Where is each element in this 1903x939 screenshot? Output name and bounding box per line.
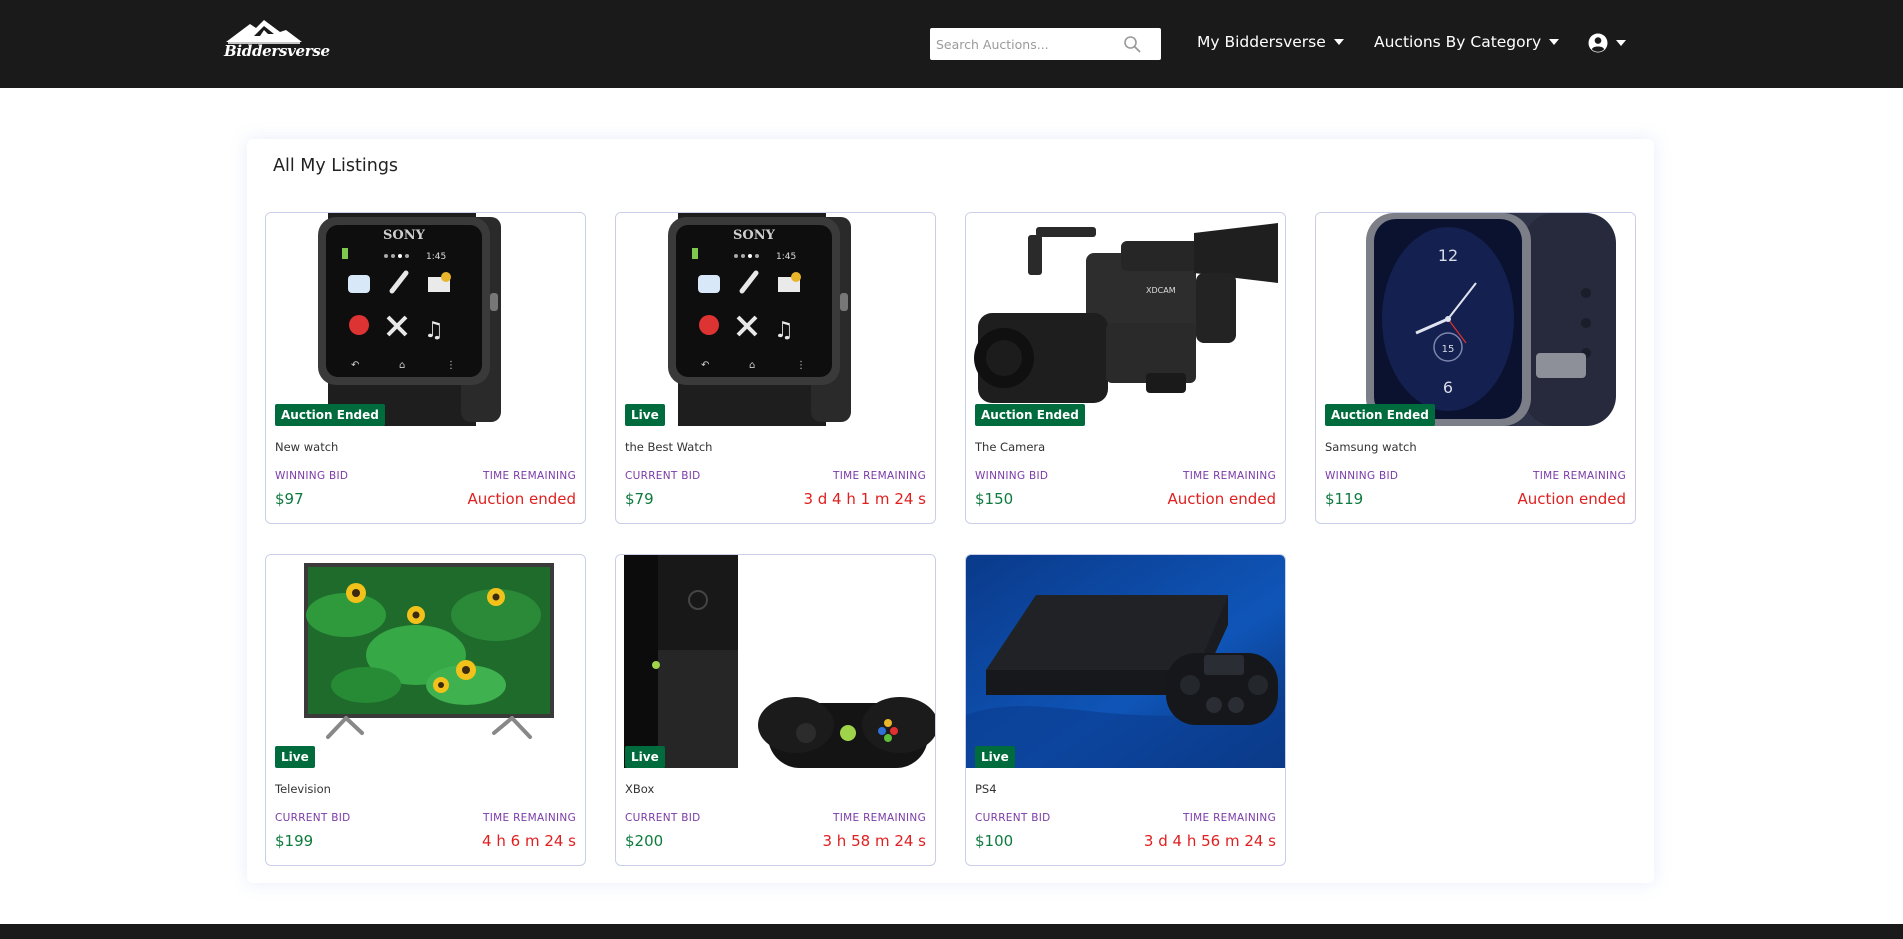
svg-text:↶: ↶	[351, 360, 359, 371]
listing-card[interactable]: SONY 1:45 ♫ ↶ ⌂ ⋮ Live the Best Watch CU…	[615, 212, 936, 524]
chevron-down-icon	[1333, 39, 1344, 45]
svg-text:⋮: ⋮	[796, 360, 806, 371]
time-remaining-label: TIME REMAINING	[1183, 470, 1276, 482]
svg-text:12: 12	[1438, 246, 1458, 265]
listing-title[interactable]: The Camera	[975, 440, 1045, 454]
samsung-watch-image: 12 6 15	[1316, 213, 1635, 426]
status-badge: Auction Ended	[975, 404, 1085, 426]
listing-title[interactable]: XBox	[625, 782, 654, 796]
auctions-by-category-menu[interactable]: Auctions By Category	[1374, 33, 1560, 51]
svg-text:SONY: SONY	[733, 228, 776, 243]
svg-text:⌂: ⌂	[399, 360, 405, 371]
listing-card[interactable]: Live XBox CURRENT BID TIME REMAINING $20…	[615, 554, 936, 866]
bid-amount: $200	[625, 832, 664, 850]
svg-text:♫: ♫	[424, 318, 444, 343]
bid-label: WINNING BID	[275, 470, 349, 482]
status-badge: Live	[625, 404, 665, 426]
listing-card[interactable]: 12 6 15 Auction Ended Samsung watch WINN…	[1315, 212, 1636, 524]
status-badge: Live	[275, 746, 315, 768]
svg-text:XDCAM: XDCAM	[1146, 286, 1176, 295]
listing-title[interactable]: the Best Watch	[625, 440, 712, 454]
svg-text:1:45: 1:45	[426, 252, 446, 262]
bid-amount: $100	[975, 832, 1014, 850]
xbox-console-image	[616, 555, 935, 768]
svg-text:15: 15	[1442, 344, 1455, 355]
my-biddersverse-label: My Biddersverse	[1197, 33, 1326, 51]
page-title: All My Listings	[273, 156, 399, 176]
svg-text:↶: ↶	[701, 360, 709, 371]
svg-text:6: 6	[1443, 378, 1453, 397]
bid-label: WINNING BID	[975, 470, 1049, 482]
listing-image[interactable]: SONY 1:45 ♫ ↶ ⌂ ⋮	[266, 213, 585, 426]
bid-label: CURRENT BID	[625, 470, 701, 482]
listing-card[interactable]: Live Television CURRENT BID TIME REMAINI…	[265, 554, 586, 866]
listing-title[interactable]: PS4	[975, 782, 997, 796]
status-badge: Live	[975, 746, 1015, 768]
television-image	[266, 555, 585, 768]
time-remaining-value: 3 h 58 m 24 s	[822, 832, 927, 850]
search-input[interactable]	[930, 29, 1120, 59]
listing-image[interactable]	[616, 555, 935, 768]
time-remaining-label: TIME REMAINING	[483, 470, 576, 482]
bid-amount: $119	[1325, 490, 1364, 508]
listing-image[interactable]	[966, 555, 1285, 768]
ps4-console-image	[966, 555, 1285, 768]
sony-smartwatch-image: SONY 1:45 ♫ ↶ ⌂ ⋮	[266, 213, 585, 426]
bid-label: CURRENT BID	[275, 812, 351, 824]
user-circle-icon	[1588, 33, 1608, 53]
search-box[interactable]	[930, 28, 1161, 60]
biddersverse-logo[interactable]: Biddersverse	[224, 18, 330, 62]
listing-image[interactable]: SONY 1:45 ♫ ↶ ⌂ ⋮	[616, 213, 935, 426]
logo-text: Biddersverse	[224, 42, 330, 60]
listings-panel: All My Listings SONY 1:45 ♫ ↶ ⌂ ⋮ Auctio…	[247, 139, 1654, 883]
listing-title[interactable]: Television	[275, 782, 331, 796]
svg-text:⌂: ⌂	[749, 360, 755, 371]
svg-text:♫: ♫	[774, 318, 794, 343]
time-remaining-label: TIME REMAINING	[1533, 470, 1626, 482]
time-remaining-value: 3 d 4 h 1 m 24 s	[803, 490, 926, 508]
my-biddersverse-menu[interactable]: My Biddersverse	[1197, 33, 1344, 51]
bid-amount: $150	[975, 490, 1014, 508]
time-remaining-value: Auction ended	[467, 490, 576, 508]
bid-label: CURRENT BID	[625, 812, 701, 824]
listing-image[interactable]: 12 6 15	[1316, 213, 1635, 426]
listing-card[interactable]: SONY 1:45 ♫ ↶ ⌂ ⋮ Auction Ended New watc…	[265, 212, 586, 524]
status-badge: Auction Ended	[275, 404, 385, 426]
listing-title[interactable]: New watch	[275, 440, 338, 454]
sony-smartwatch-image: SONY 1:45 ♫ ↶ ⌂ ⋮	[616, 213, 935, 426]
video-camera-image: XDCAM	[966, 213, 1285, 426]
listing-image[interactable]: XDCAM	[966, 213, 1285, 426]
time-remaining-value: Auction ended	[1517, 490, 1626, 508]
time-remaining-label: TIME REMAINING	[483, 812, 576, 824]
listing-title[interactable]: Samsung watch	[1325, 440, 1417, 454]
time-remaining-label: TIME REMAINING	[833, 470, 926, 482]
auctions-by-category-label: Auctions By Category	[1374, 33, 1542, 51]
time-remaining-value: Auction ended	[1167, 490, 1276, 508]
time-remaining-label: TIME REMAINING	[1183, 812, 1276, 824]
bid-label: WINNING BID	[1325, 470, 1399, 482]
bid-amount: $199	[275, 832, 314, 850]
page-footer	[0, 924, 1903, 939]
chevron-down-icon	[1616, 40, 1626, 46]
svg-text:1:45: 1:45	[776, 252, 796, 262]
svg-text:⋮: ⋮	[446, 360, 456, 371]
status-badge: Live	[625, 746, 665, 768]
mountain-logo-icon	[226, 20, 302, 44]
time-remaining-label: TIME REMAINING	[833, 812, 926, 824]
listing-card[interactable]: XDCAM Auction Ended The Camera WINNING B…	[965, 212, 1286, 524]
bid-label: CURRENT BID	[975, 812, 1051, 824]
user-account-menu[interactable]	[1588, 33, 1626, 53]
top-navbar: Biddersverse My Biddersverse Auctions By…	[0, 0, 1903, 88]
search-icon[interactable]	[1123, 35, 1141, 53]
time-remaining-value: 4 h 6 m 24 s	[482, 832, 576, 850]
status-badge: Auction Ended	[1325, 404, 1435, 426]
bid-amount: $97	[275, 490, 304, 508]
chevron-down-icon	[1549, 39, 1560, 45]
listing-card[interactable]: Live PS4 CURRENT BID TIME REMAINING $100…	[965, 554, 1286, 866]
svg-text:SONY: SONY	[383, 228, 426, 243]
time-remaining-value: 3 d 4 h 56 m 24 s	[1143, 832, 1276, 850]
bid-amount: $79	[625, 490, 654, 508]
listing-image[interactable]	[266, 555, 585, 768]
